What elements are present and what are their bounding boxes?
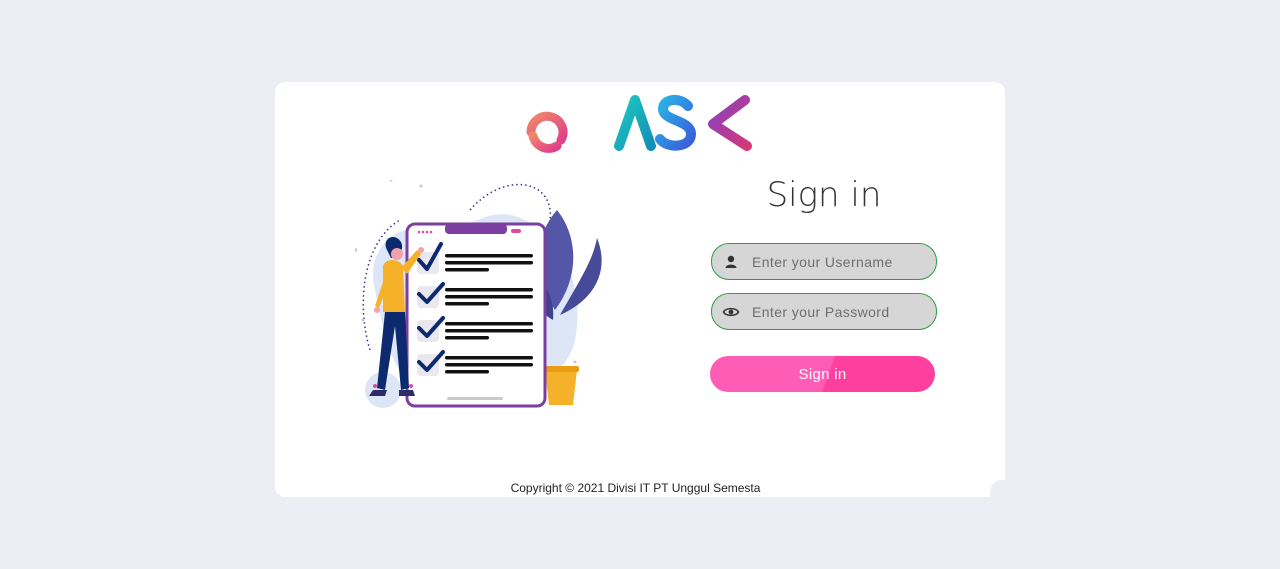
password-input[interactable] bbox=[752, 294, 932, 329]
user-icon bbox=[725, 255, 737, 268]
password-field[interactable] bbox=[711, 293, 937, 330]
username-field[interactable] bbox=[711, 243, 937, 280]
card-corner-decoration bbox=[990, 480, 1010, 500]
sign-in-title: Sign in bbox=[766, 175, 882, 215]
copyright-text: Copyright © 2021 Divisi IT PT Unggul Sem… bbox=[510, 481, 761, 495]
username-input[interactable] bbox=[752, 244, 932, 279]
etask-logo bbox=[526, 94, 752, 153]
sign-in-button[interactable]: Sign in bbox=[710, 356, 935, 392]
task-checklist-illustration bbox=[355, 180, 602, 408]
login-card: Sign in Sign in Copyright © 2021 Divisi … bbox=[275, 82, 1010, 500]
eye-icon[interactable] bbox=[722, 303, 740, 321]
